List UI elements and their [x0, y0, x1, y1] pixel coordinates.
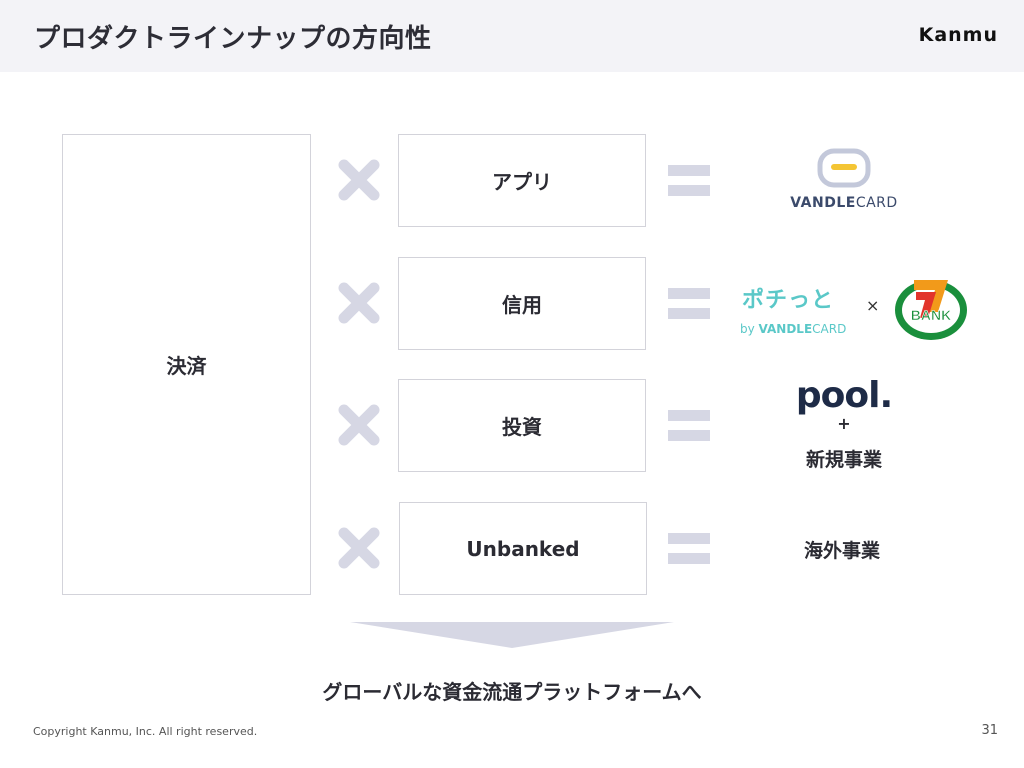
row-box-credit: 信用	[398, 257, 646, 350]
multiply-icon	[338, 527, 380, 569]
equals-icon	[668, 533, 710, 565]
row-label: 投資	[502, 415, 542, 439]
equals-icon	[668, 165, 710, 197]
kanmu-logo: Kanmu	[918, 24, 998, 46]
row-box-app: アプリ	[398, 134, 646, 227]
header-bar: プロダクトラインナップの方向性 Kanmu	[0, 0, 1024, 72]
multiply-icon	[338, 404, 380, 446]
plus-sign: +	[837, 414, 851, 433]
equals-icon	[668, 410, 710, 442]
conclusion-text: グローバルな資金流通プラットフォームへ	[322, 680, 702, 704]
pool-logo: pool.	[795, 375, 893, 416]
row-label: Unbanked	[466, 536, 580, 561]
multiply-sign: ×	[866, 296, 880, 315]
byline-card: CARD	[812, 322, 847, 336]
seven-bank-logo-text: BANK	[911, 307, 951, 323]
row-box-investment: 投資	[398, 379, 646, 472]
byline-prefix: by	[740, 322, 759, 336]
row-label: アプリ	[492, 170, 552, 194]
base-box-payment: 決済	[62, 134, 311, 595]
new-business-text: 新規事業	[805, 449, 882, 471]
base-label: 決済	[166, 354, 207, 378]
card-icon	[817, 148, 871, 188]
card-logo-text: CARD	[855, 195, 898, 211]
page-title: プロダクトラインナップの方向性	[34, 24, 432, 54]
multiply-icon	[338, 159, 380, 201]
overseas-business-text: 海外事業	[803, 540, 880, 562]
equals-icon	[668, 288, 710, 320]
copyright-text: Copyright Kanmu, Inc. All right reserved…	[33, 725, 258, 738]
vandle-card-logo: VANDLECARD	[788, 148, 900, 214]
byline-vandle: VANDLE	[758, 322, 813, 336]
row-label: 信用	[502, 293, 542, 317]
page-number: 31	[981, 723, 998, 738]
multiply-icon	[338, 282, 380, 324]
row-box-unbanked: Unbanked	[399, 502, 647, 595]
arrow-down-icon	[350, 622, 674, 648]
seven-bank-logo: BANK	[895, 280, 967, 340]
pochitto-logo-text: ポチっと	[742, 288, 835, 313]
pochitto-logo: ポチっと by VANDLECARD	[738, 282, 860, 340]
vandle-logo-text: VANDLE	[790, 195, 856, 211]
